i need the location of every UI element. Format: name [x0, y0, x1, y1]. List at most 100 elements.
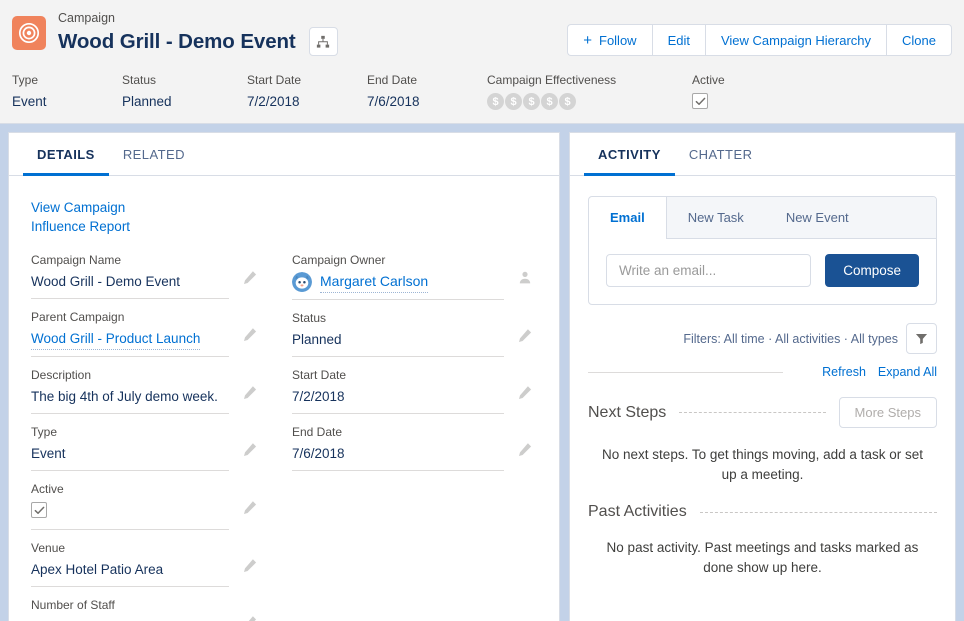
edit-pencil-icon[interactable]	[243, 327, 257, 341]
field-label: End Date	[292, 425, 343, 439]
tab-related[interactable]: RELATED	[109, 133, 199, 176]
past-activities-empty-text: No past activity. Past meetings and task…	[606, 540, 919, 575]
header-field-active: Active	[692, 72, 792, 112]
hierarchy-icon	[317, 35, 330, 48]
header-field-end-date: End Date 7/6/2018	[367, 72, 487, 112]
field-label: Status	[122, 73, 157, 87]
edit-pencil-icon[interactable]	[243, 558, 257, 572]
edit-pencil-icon[interactable]	[243, 615, 257, 621]
header-field-strip: Type Event Status Planned Start Date 7/2…	[0, 64, 964, 123]
next-steps-title: Next Steps	[588, 403, 667, 421]
field-value: The big 4th of July demo week.	[31, 389, 218, 404]
edit-pencil-icon[interactable]	[243, 500, 257, 514]
email-input[interactable]	[606, 254, 812, 287]
view-campaign-link[interactable]: View Campaign	[31, 198, 537, 217]
campaign-target-icon	[12, 16, 46, 50]
divider	[679, 412, 826, 413]
detail-field: Start Date 7/2/2018	[292, 367, 537, 414]
activity-links-row: Refresh Expand All	[588, 365, 937, 379]
tab-activity[interactable]: ACTIVITY	[584, 133, 675, 176]
dollar-rating-icon[interactable]: $	[523, 93, 540, 110]
next-steps-empty-text: No next steps. To get things moving, add…	[602, 447, 923, 482]
follow-button[interactable]: + Follow	[567, 24, 652, 56]
hierarchy-icon-button[interactable]	[308, 27, 338, 56]
dollar-rating-icon[interactable]: $	[505, 93, 522, 110]
detail-field: Status Planned	[292, 310, 537, 357]
check-icon	[695, 97, 705, 105]
page-body: DETAILS RELATED View Campaign Influence …	[0, 124, 964, 621]
filter-button[interactable]	[906, 323, 937, 354]
field-value: Apex Hotel Patio Area	[31, 562, 164, 577]
activity-body: Email New Task New Event Compose Filters…	[570, 176, 955, 621]
field-label: Campaign Name	[31, 253, 122, 267]
field-value[interactable]: Wood Grill - Product Launch	[31, 328, 262, 350]
composer-tab-new-task[interactable]: New Task	[667, 197, 765, 238]
header-field-status: Status Planned	[122, 72, 247, 112]
past-activities-header: Past Activities	[588, 503, 937, 521]
more-steps-button[interactable]: More Steps	[838, 397, 937, 428]
details-tabbar: DETAILS RELATED	[9, 133, 559, 176]
campaign-owner-link[interactable]: Margaret Carlson	[320, 271, 429, 293]
page-title: Wood Grill - Demo Event	[58, 29, 296, 53]
edit-pencil-icon[interactable]	[243, 270, 257, 284]
edit-button[interactable]: Edit	[651, 24, 705, 56]
effectiveness-rating[interactable]: $ $ $ $ $	[487, 93, 692, 110]
dollar-rating-icon[interactable]: $	[487, 93, 504, 110]
parent-campaign-link[interactable]: Wood Grill - Product Launch	[31, 328, 201, 350]
activity-filters-row: Filters: All time · All activities · All…	[588, 323, 937, 354]
dollar-rating-icon[interactable]: $	[541, 93, 558, 110]
funnel-icon	[915, 334, 928, 345]
field-value: Event	[12, 94, 47, 109]
field-label: Parent Campaign	[31, 310, 125, 324]
tab-chatter[interactable]: CHATTER	[675, 133, 767, 176]
clone-button[interactable]: Clone	[886, 24, 952, 56]
edit-pencil-icon[interactable]	[518, 442, 532, 456]
field-label: Start Date	[292, 368, 347, 382]
tab-details[interactable]: DETAILS	[23, 133, 109, 176]
header-field-start-date: Start Date 7/2/2018	[247, 72, 367, 112]
refresh-link[interactable]: Refresh	[822, 365, 866, 379]
edit-pencil-icon[interactable]	[243, 385, 257, 399]
field-checkbox	[31, 502, 47, 518]
detail-field: Parent Campaign Wood Grill - Product Laun…	[31, 309, 262, 357]
follow-button-label: Follow	[599, 32, 637, 48]
field-label: Campaign Effectiveness	[487, 73, 617, 87]
detail-field: Campaign Owner Margaret Carlson	[292, 252, 537, 300]
active-checkbox	[692, 93, 708, 109]
field-label: Campaign Owner	[292, 253, 386, 267]
field-label: Active	[692, 73, 725, 87]
edit-pencil-icon[interactable]	[518, 385, 532, 399]
field-value[interactable]: Margaret Carlson	[292, 271, 537, 293]
activity-tabbar: ACTIVITY CHATTER	[570, 133, 955, 176]
compose-button[interactable]: Compose	[825, 254, 919, 287]
field-value: 7/2/2018	[247, 94, 300, 109]
view-campaign-hierarchy-button[interactable]: View Campaign Hierarchy	[704, 24, 887, 56]
dollar-rating-icon[interactable]: $	[559, 93, 576, 110]
past-activities-title: Past Activities	[588, 503, 687, 520]
field-label: Venue	[31, 541, 66, 555]
influence-report-link[interactable]: Influence Report	[31, 217, 537, 236]
expand-all-link[interactable]: Expand All	[878, 365, 937, 379]
edit-pencil-icon[interactable]	[518, 328, 532, 342]
composer-tab-email[interactable]: Email	[589, 197, 667, 239]
field-value: 7	[31, 616, 262, 621]
filters-label: Filters: All time · All activities · All…	[683, 331, 898, 346]
next-steps-header: Next Steps More Steps	[588, 397, 937, 428]
composer-tab-new-event[interactable]: New Event	[765, 197, 870, 238]
field-label: Number of Staff	[31, 598, 115, 612]
edit-pencil-icon[interactable]	[243, 442, 257, 456]
details-body: View Campaign Influence Report Campaign …	[9, 176, 559, 621]
detail-field: End Date 7/6/2018	[292, 424, 537, 471]
field-label: Type	[31, 425, 58, 439]
field-label: Description	[31, 368, 92, 382]
record-title-block: Campaign Wood Grill - Demo Event	[58, 10, 567, 56]
details-panel: DETAILS RELATED View Campaign Influence …	[8, 132, 560, 621]
field-value	[31, 502, 262, 523]
header-field-type: Type Event	[12, 72, 122, 112]
record-page: Campaign Wood Grill - Demo Event + Follo…	[0, 0, 964, 621]
check-icon	[34, 506, 44, 514]
field-value: Wood Grill - Demo Event	[31, 274, 181, 289]
field-label: Active	[31, 482, 64, 496]
field-value: Planned	[122, 94, 172, 109]
field-value: Event	[31, 446, 66, 461]
